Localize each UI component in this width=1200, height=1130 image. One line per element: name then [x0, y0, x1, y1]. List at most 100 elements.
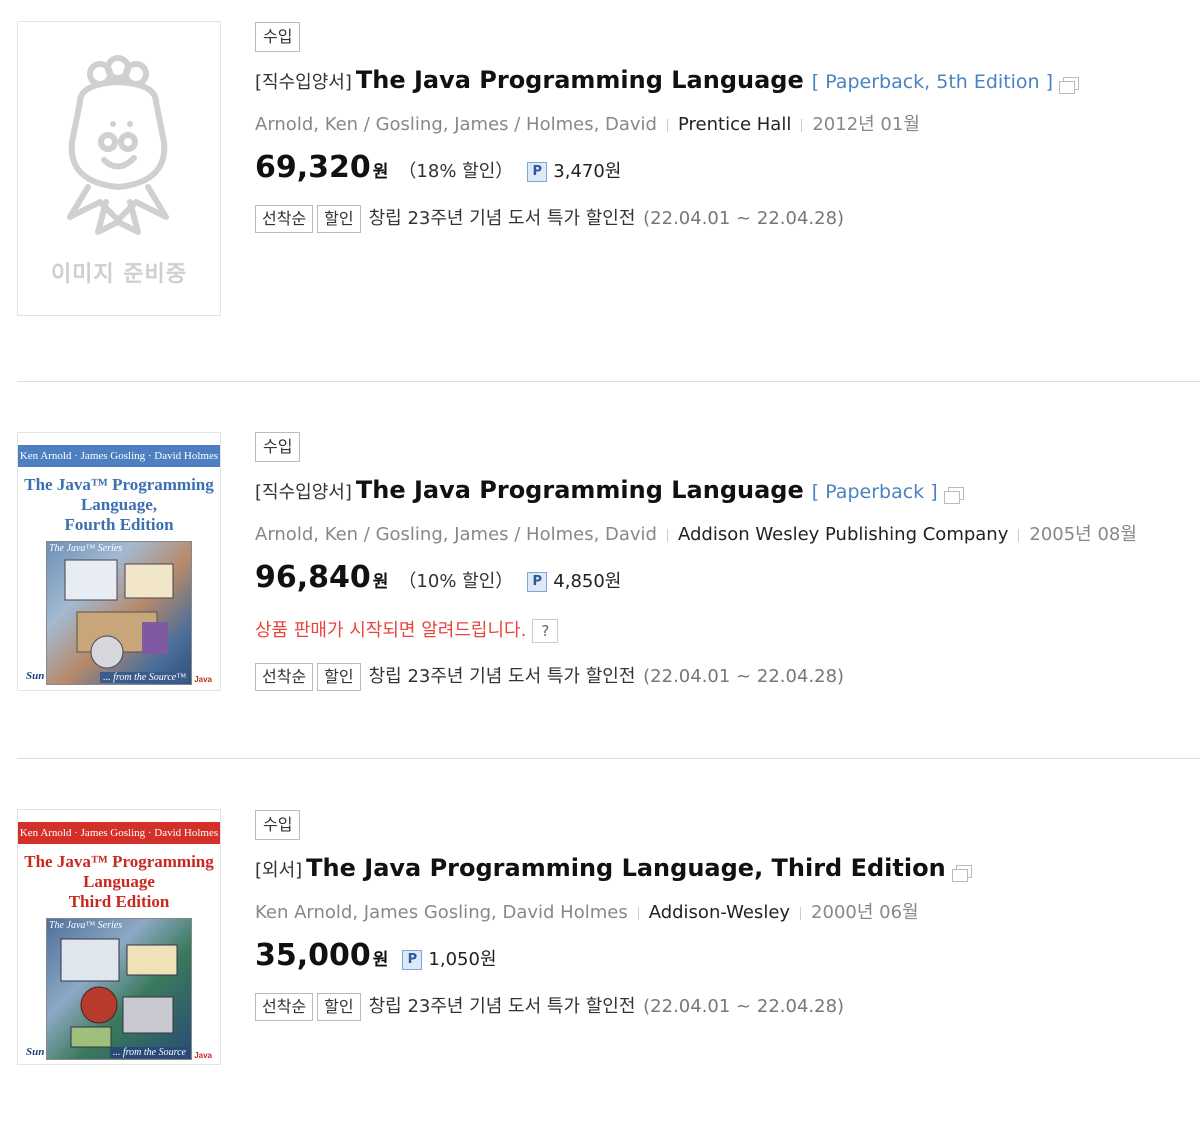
event-period: (22.04.01 ~ 22.04.28): [643, 666, 845, 687]
cover-title: The Java™ Programming Language Third Edi…: [18, 852, 220, 912]
cover-series: The Java™ Series: [49, 920, 123, 931]
item-divider: [17, 758, 1200, 759]
title-line: [외서] The Java Programming Language, Third…: [255, 854, 972, 882]
points-icon: P: [527, 572, 548, 592]
separator: [1018, 528, 1020, 542]
format-label: [ Paperback ]: [811, 481, 938, 503]
separator: [667, 528, 668, 542]
import-badge: 수입: [255, 22, 301, 52]
publish-date: 2005년 08월: [1029, 524, 1137, 545]
event-line: 선착순 할인 창립 23주년 기념 도서 특가 할인전 (22.04.01 ~ 22…: [255, 992, 844, 1021]
java-logo-icon: Java: [194, 675, 212, 684]
currency-unit: 원: [372, 162, 389, 182]
tag-first-come: 선착순: [255, 205, 314, 233]
cover-title-line: Language,: [80, 495, 158, 514]
publisher-link[interactable]: Addison-Wesley: [649, 902, 790, 923]
tag-first-come: 선착순: [255, 993, 314, 1021]
new-window-icon[interactable]: [943, 487, 964, 504]
authors-link[interactable]: Ken Arnold, James Gosling, David Holmes: [255, 902, 628, 923]
separator: [637, 906, 639, 920]
separator: [801, 118, 803, 132]
cover-illustration: The Java™ Series ... from the Source™: [46, 541, 192, 685]
category-prefix: [외서]: [255, 860, 303, 881]
sale-price: 69,320: [255, 150, 371, 185]
discount-rate: （10% 할인）: [398, 571, 514, 592]
product-item: 이미지 준비중 수입 [직수입양서] The Java Programming L…: [0, 0, 1200, 340]
help-button[interactable]: ?: [532, 619, 559, 643]
sale-price: 35,000: [255, 938, 371, 973]
notify-line: 상품 판매가 시작되면 알려드립니다.?: [255, 616, 559, 643]
meta-line: Arnold, Ken / Gosling, James / Holmes, D…: [255, 520, 1137, 546]
cover-source: ... from the Source: [109, 1047, 189, 1058]
event-link[interactable]: 창립 23주년 기념 도서 특가 할인전: [369, 208, 636, 229]
title-line: [직수입양서] The Java Programming Language [ Pa…: [255, 476, 964, 504]
product-item: Ken Arnold · James Gosling · David Holme…: [0, 412, 1200, 752]
event-period: (22.04.01 ~ 22.04.28): [643, 996, 845, 1017]
format-label: [ Paperback, 5th Edition ]: [811, 71, 1054, 93]
sun-logo-icon: Sun: [26, 1046, 45, 1058]
category-prefix: [직수입양서]: [255, 72, 352, 93]
book-title-link[interactable]: The Java Programming Language, Third Edi…: [306, 854, 946, 882]
sale-price: 96,840: [255, 560, 371, 595]
price-line: 96,840 원 （10% 할인） P 4,850원: [255, 560, 621, 595]
book-title-link[interactable]: The Java Programming Language: [356, 476, 804, 504]
tag-discount: 할인: [317, 205, 361, 233]
cover-authors-band: Ken Arnold · James Gosling · David Holme…: [18, 445, 220, 467]
points-value: 1,050원: [428, 949, 497, 970]
new-window-icon[interactable]: [1059, 77, 1080, 94]
currency-unit: 원: [372, 950, 389, 970]
book-title-link[interactable]: The Java Programming Language: [356, 66, 804, 94]
separator: [800, 906, 802, 920]
event-period: (22.04.01 ~ 22.04.28): [643, 208, 845, 229]
title-line: [직수입양서] The Java Programming Language [ Pa…: [255, 66, 1080, 94]
import-badge: 수입: [255, 432, 301, 462]
currency-unit: 원: [372, 572, 389, 592]
points-icon: P: [527, 162, 548, 182]
product-item: Ken Arnold · James Gosling · David Holme…: [0, 790, 1200, 1130]
points-icon: P: [402, 950, 423, 970]
new-window-icon[interactable]: [951, 865, 972, 882]
tag-discount: 할인: [317, 993, 361, 1021]
points-value: 3,470원: [553, 161, 622, 182]
sales-notify-text: 상품 판매가 시작되면 알려드립니다.: [255, 620, 527, 641]
publish-date: 2000년 06월: [811, 902, 919, 923]
import-badge: 수입: [255, 810, 301, 840]
event-link[interactable]: 창립 23주년 기념 도서 특가 할인전: [369, 666, 636, 687]
event-link[interactable]: 창립 23주년 기념 도서 특가 할인전: [369, 996, 636, 1017]
cover-title-line: The Java™ Programming: [24, 852, 214, 871]
cover-series: The Java™ Series: [49, 543, 123, 554]
meta-line: Ken Arnold, James Gosling, David Holmes A…: [255, 898, 919, 924]
meta-line: Arnold, Ken / Gosling, James / Holmes, D…: [255, 110, 920, 136]
placeholder-mascot-icon: [67, 55, 169, 235]
authors-link[interactable]: Arnold, Ken / Gosling, James / Holmes, D…: [255, 524, 657, 545]
sun-logo-icon: Sun: [26, 670, 45, 682]
cover-title-line: Language: [83, 872, 155, 891]
book-cover[interactable]: Ken Arnold · James Gosling · David Holme…: [17, 432, 221, 691]
event-line: 선착순 할인 창립 23주년 기념 도서 특가 할인전 (22.04.01 ~ 22…: [255, 204, 844, 233]
placeholder-text: 이미지 준비중: [50, 262, 188, 287]
cover-title-line: The Java™ Programming: [24, 475, 214, 494]
java-logo-icon: Java: [194, 1051, 212, 1060]
points-value: 4,850원: [553, 571, 622, 592]
cover-title-line: Third Edition: [68, 892, 170, 911]
separator: [667, 118, 668, 132]
publisher-link[interactable]: Addison Wesley Publishing Company: [678, 524, 1008, 545]
cover-title-line: Fourth Edition: [64, 515, 174, 534]
item-divider: [17, 381, 1200, 382]
cover-authors-band: Ken Arnold · James Gosling · David Holme…: [18, 822, 220, 844]
discount-rate: （18% 할인）: [398, 161, 514, 182]
cover-title: The Java™ Programming Language, Fourth E…: [18, 475, 220, 535]
price-line: 69,320 원 （18% 할인） P 3,470원: [255, 150, 621, 185]
publisher-link[interactable]: Prentice Hall: [678, 114, 791, 135]
cover-illustration: The Java™ Series ... from the Source: [46, 918, 192, 1060]
price-line: 35,000 원 P 1,050원: [255, 938, 497, 973]
book-cover-placeholder[interactable]: 이미지 준비중: [17, 21, 221, 316]
cover-source: ... from the Source™: [100, 672, 189, 683]
tag-discount: 할인: [317, 663, 361, 691]
book-cover[interactable]: Ken Arnold · James Gosling · David Holme…: [17, 809, 221, 1065]
publish-date: 2012년 01월: [812, 114, 920, 135]
tag-first-come: 선착순: [255, 663, 314, 691]
authors-link[interactable]: Arnold, Ken / Gosling, James / Holmes, D…: [255, 114, 657, 135]
category-prefix: [직수입양서]: [255, 482, 352, 503]
event-line: 선착순 할인 창립 23주년 기념 도서 특가 할인전 (22.04.01 ~ 22…: [255, 662, 844, 691]
